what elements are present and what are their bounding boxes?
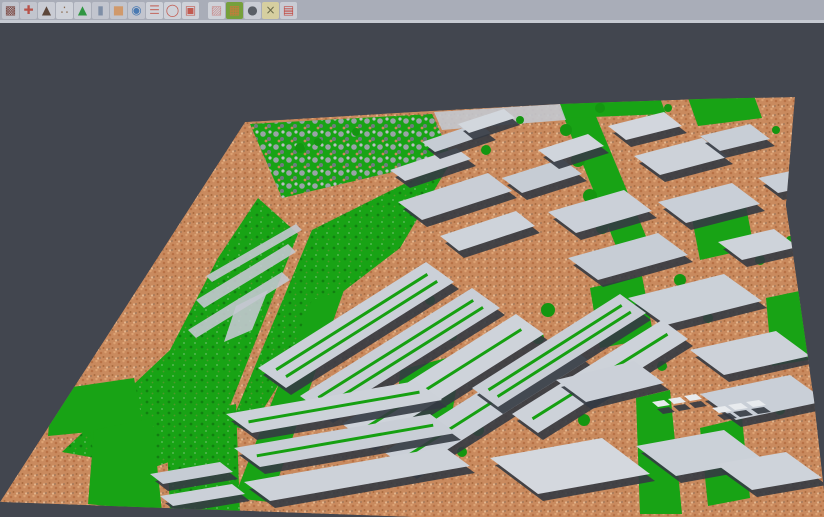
dem-icon[interactable]: ▲ <box>74 2 91 19</box>
side-panel-icon[interactable]: ▮ <box>92 2 109 19</box>
measure-icon[interactable]: ▤ <box>280 2 297 19</box>
delete-points-icon[interactable]: × <box>262 2 279 19</box>
camera-icon[interactable]: ● <box>244 2 261 19</box>
sparse-cloud-icon[interactable]: ∴ <box>56 2 73 19</box>
globe-icon[interactable]: ◉ <box>128 2 145 19</box>
main-toolbar: ▩✚▲∴▲▮■◉☰◯▣▨▦●×▤ <box>0 0 824 23</box>
grid-select-icon[interactable]: ▨ <box>208 2 225 19</box>
crop-region-icon[interactable]: ▣ <box>182 2 199 19</box>
point-cloud-render <box>0 26 824 517</box>
orthomosaic-icon[interactable]: ■ <box>110 2 127 19</box>
classification-icon[interactable]: ▦ <box>226 2 243 19</box>
mosaic-icon[interactable]: ▩ <box>2 2 19 19</box>
terrain-icon[interactable]: ▲ <box>38 2 55 19</box>
match-points-icon[interactable]: ✚ <box>20 2 37 19</box>
3d-viewport[interactable] <box>0 26 824 517</box>
layers-icon[interactable]: ☰ <box>146 2 163 19</box>
circle-select-icon[interactable]: ◯ <box>164 2 181 19</box>
